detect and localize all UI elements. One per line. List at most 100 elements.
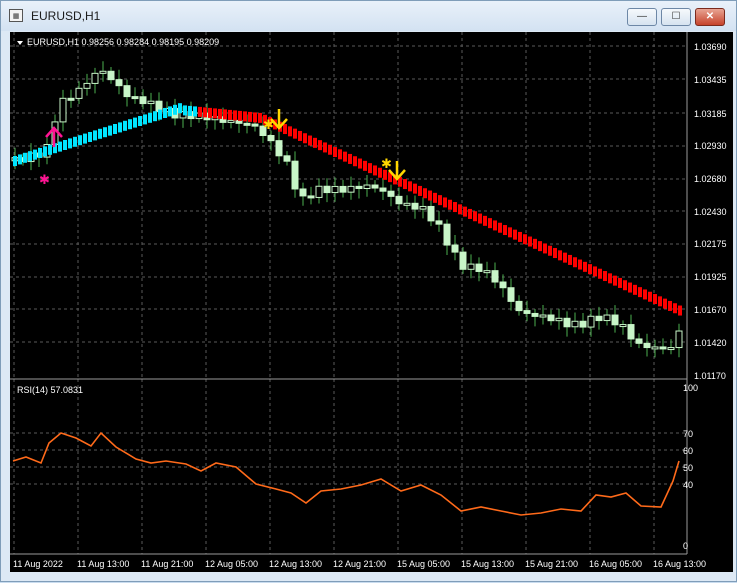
candle-body — [331, 185, 339, 194]
trend-segment — [63, 140, 67, 150]
price-tick: 1.03690 — [694, 42, 727, 52]
trend-segment — [438, 195, 442, 206]
trend-segment — [68, 138, 72, 149]
candle-body — [555, 317, 563, 322]
trend-segment — [158, 109, 162, 120]
trend-segment — [73, 136, 77, 147]
candle-body — [379, 187, 387, 192]
candle-body — [83, 82, 91, 89]
trend-segment — [578, 259, 582, 270]
trend-segment — [203, 107, 207, 118]
trend-segment — [198, 106, 202, 117]
trend-segment — [408, 181, 412, 192]
trend-segment — [103, 127, 107, 138]
trend-segment — [283, 124, 287, 135]
candle-body — [291, 160, 299, 190]
trend-segment — [643, 289, 647, 300]
trend-segment — [208, 107, 212, 118]
candle-body — [611, 314, 619, 326]
trend-segment — [473, 211, 477, 222]
trend-segment — [373, 165, 377, 176]
rsi-level: 40 — [683, 480, 693, 490]
trend-segment — [293, 128, 297, 139]
candle-body — [251, 123, 259, 127]
trend-segment — [313, 137, 317, 148]
candle-body — [67, 97, 75, 101]
candle-body — [635, 338, 643, 344]
trend-segment — [123, 120, 127, 131]
candle-body — [339, 185, 347, 193]
trend-segment — [498, 222, 502, 233]
candle-body — [115, 79, 123, 87]
candle-body — [587, 315, 595, 328]
trend-segment — [98, 128, 102, 139]
trend-segment — [553, 248, 557, 259]
candle-body — [659, 346, 667, 350]
trend-segment — [403, 179, 407, 190]
trend-segment — [628, 282, 632, 293]
trend-segment — [258, 112, 262, 123]
trend-segment — [78, 135, 82, 146]
candle-body — [579, 320, 587, 328]
candle-body — [283, 155, 291, 162]
price-tick: 1.01170 — [694, 371, 726, 381]
candle-body — [539, 314, 547, 318]
candle-body — [355, 185, 363, 190]
candle-body — [91, 72, 99, 84]
trend-segment — [563, 252, 567, 263]
time-tick: 11 Aug 2022 — [13, 559, 63, 569]
time-tick: 15 Aug 05:00 — [397, 559, 450, 569]
trend-segment — [238, 110, 242, 121]
trend-segment — [343, 151, 347, 162]
chart-menu-triangle-icon[interactable] — [17, 41, 23, 45]
trend-segment — [298, 130, 302, 141]
trend-segment — [333, 147, 337, 158]
rsi-grid — [10, 379, 687, 554]
trend-segment — [633, 284, 637, 295]
candle-body — [483, 270, 491, 274]
trend-segment — [608, 273, 612, 284]
star-icon: ✱ — [263, 117, 274, 132]
trend-segment — [358, 158, 362, 169]
candle-body — [387, 190, 395, 197]
trend-segment — [108, 125, 112, 136]
candle-body — [411, 202, 419, 210]
trend-segment — [328, 144, 332, 155]
candle-body — [467, 263, 475, 270]
terminal-window: ▦ EURUSD,H1 — ☐ ✕ EURUSD,H1 0.98256 0.98… — [0, 0, 737, 582]
trend-segment — [168, 106, 172, 117]
candle-body — [267, 135, 275, 142]
price-tick: 1.03185 — [694, 109, 727, 119]
trend-segment — [173, 104, 177, 115]
trend-segment — [323, 142, 327, 153]
trend-segment — [653, 294, 657, 305]
rsi-level: 50 — [683, 463, 693, 473]
price-tick: 1.02930 — [694, 141, 727, 151]
candle-body — [667, 347, 675, 351]
trend-segment — [508, 227, 512, 238]
trend-segment — [533, 238, 537, 249]
candle-body — [595, 315, 603, 322]
candle-body — [139, 96, 147, 105]
trend-segment — [443, 197, 447, 208]
trend-segment — [128, 119, 132, 130]
trend-segment — [493, 220, 497, 231]
time-tick: 11 Aug 21:00 — [141, 559, 193, 569]
candle-body — [59, 97, 67, 123]
candle-body — [99, 70, 107, 74]
star-icon: ✱ — [39, 172, 50, 187]
price-tick: 1.02680 — [694, 174, 727, 184]
chart-canvas[interactable]: EURUSD,H1 0.98256 0.98284 0.98195 0.9820… — [1, 1, 737, 583]
candle-body — [619, 324, 627, 328]
candle-body — [107, 70, 115, 81]
candle-body — [395, 195, 403, 205]
trend-segment — [88, 132, 92, 142]
trend-segment — [638, 287, 642, 298]
trend-segment — [368, 163, 372, 174]
trend-segment — [338, 149, 342, 160]
candle-body — [603, 314, 611, 322]
trend-segment — [178, 103, 182, 114]
trend-segment — [153, 111, 157, 122]
price-tick: 1.02430 — [694, 207, 727, 217]
candle-body — [419, 205, 427, 210]
